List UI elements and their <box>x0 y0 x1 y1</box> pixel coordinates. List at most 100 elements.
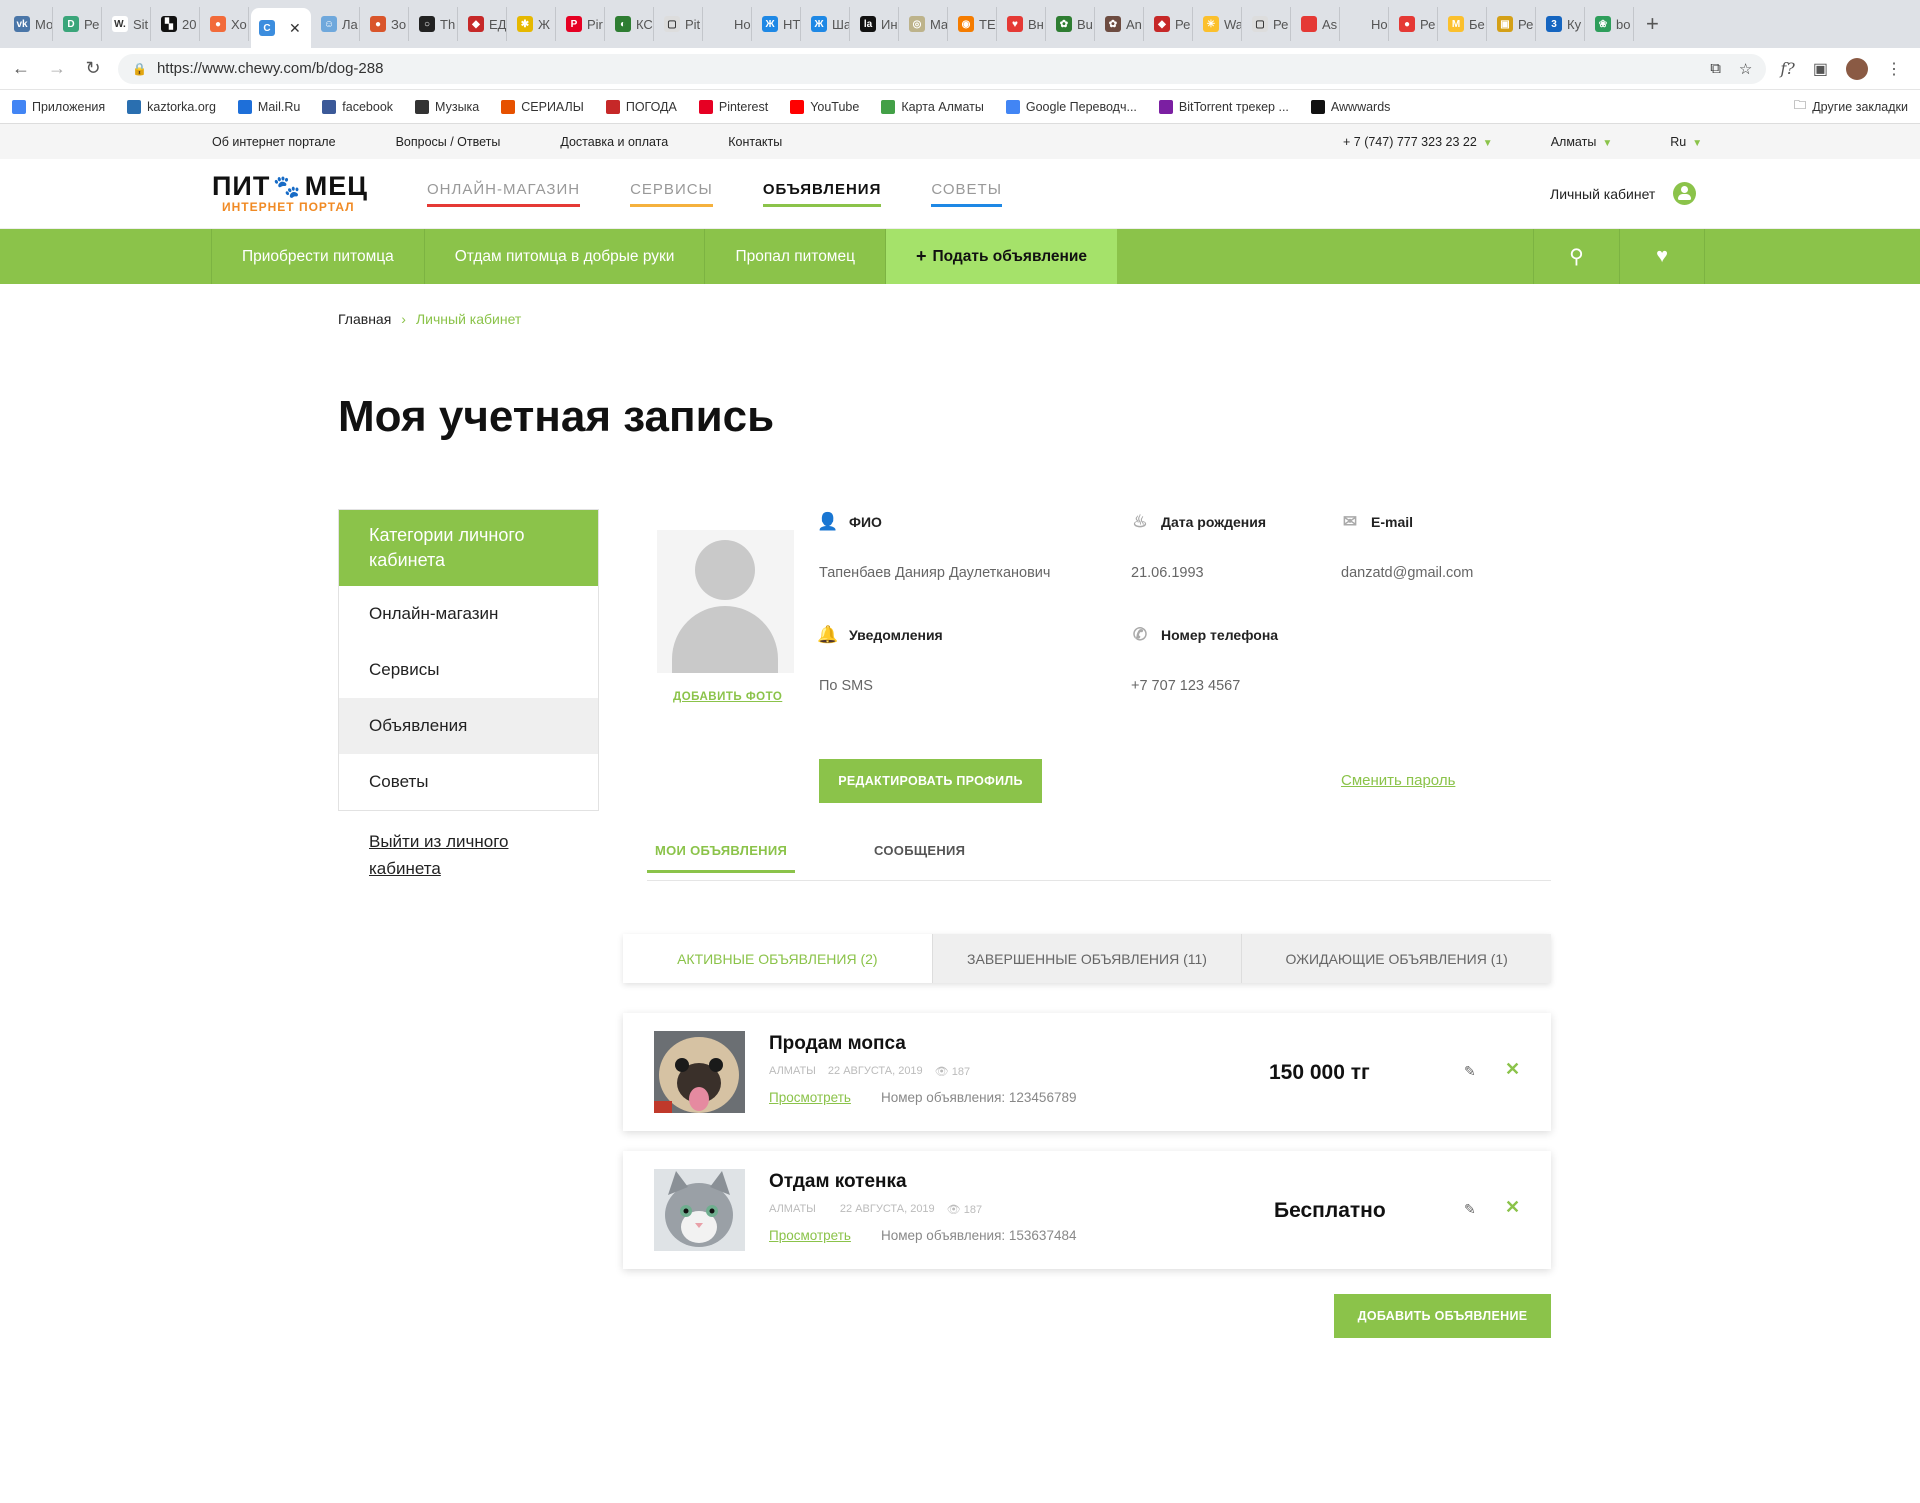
browser-tab[interactable]: vk Мо <box>6 7 53 41</box>
browser-tab[interactable]: P Pir <box>558 7 605 41</box>
main-nav-item[interactable]: ОНЛАЙН-МАГАЗИН <box>427 181 581 207</box>
extension-icon[interactable]: f? <box>1780 59 1795 78</box>
add-ad-button[interactable]: ДОБАВИТЬ ОБЪЯВЛЕНИЕ <box>1334 1294 1551 1338</box>
browser-tab[interactable]: As <box>1293 7 1340 41</box>
forward-icon[interactable]: → <box>46 58 68 79</box>
browser-tab[interactable]: ● Ре <box>1391 7 1438 41</box>
site-logo[interactable]: ПИТ 🐾 МЕЦ ИНТЕРНЕТ ПОРТАЛ <box>212 171 368 214</box>
lang-dropdown[interactable]: Ru ▼ <box>1670 135 1702 149</box>
browser-tab[interactable]: ● Зо <box>362 7 409 41</box>
back-icon[interactable]: ← <box>10 58 32 79</box>
top-link-contacts[interactable]: Контакты <box>728 135 782 149</box>
kitten-photo[interactable] <box>654 1169 745 1251</box>
menu-icon[interactable]: ⋮ <box>1886 59 1902 79</box>
browser-tab[interactable]: Ж НТ <box>754 7 801 41</box>
nav-buy-pet[interactable]: Приобрести питомца <box>211 229 424 284</box>
close-icon[interactable]: ✕ <box>1505 1197 1520 1218</box>
ad-title[interactable]: Отдам котенка <box>769 1171 907 1193</box>
browser-tab[interactable]: ▣ Ре <box>1489 7 1536 41</box>
pencil-icon[interactable]: ✎ <box>1464 1063 1476 1080</box>
browser-tab[interactable]: ✿ Bu <box>1048 7 1095 41</box>
tab-active-ads[interactable]: АКТИВНЫЕ ОБЪЯВЛЕНИЯ (2) <box>623 934 933 983</box>
main-nav-item[interactable]: СЕРВИСЫ <box>630 181 713 207</box>
search-icon[interactable]: ⚲ <box>1533 229 1619 284</box>
bookmark-item[interactable]: Google Переводч... <box>1005 99 1137 114</box>
add-ad-nav-button[interactable]: + Подать объявление <box>884 229 1118 284</box>
browser-tab[interactable]: ◎ Ma <box>901 7 948 41</box>
browser-tab[interactable]: ▢ Pit <box>656 7 703 41</box>
bookmark-item[interactable]: BitTorrent трекер ... <box>1158 99 1289 114</box>
browser-tab[interactable]: ✱ Ж <box>509 7 556 41</box>
translate-icon[interactable]: ⧉ <box>1710 60 1721 78</box>
nav-give-pet[interactable]: Отдам питомца в добрые руки <box>423 229 705 284</box>
bookmark-item[interactable]: facebook <box>322 99 393 114</box>
bookmark-item[interactable]: Mail.Ru <box>237 99 300 114</box>
bookmark-item[interactable]: Карта Алматы <box>881 99 984 114</box>
browser-tab[interactable]: ▢ Ре <box>1244 7 1291 41</box>
bookmark-item[interactable]: Приложения <box>12 99 105 114</box>
browser-tab[interactable]: C ✕ <box>251 8 311 48</box>
tab-finished-ads[interactable]: ЗАВЕРШЕННЫЕ ОБЪЯВЛЕНИЯ (11) <box>932 934 1243 983</box>
add-photo-link[interactable]: ДОБАВИТЬ ФОТО <box>673 691 782 703</box>
sidebar-item-tips[interactable]: Советы <box>339 754 598 810</box>
browser-tab[interactable]: ❀ bo <box>1587 7 1634 41</box>
tab-my-ads[interactable]: МОИ ОБЪЯВЛЕНИЯ <box>647 843 796 873</box>
view-ad-link[interactable]: Просмотреть <box>769 1228 851 1243</box>
heart-icon[interactable]: ♥ <box>1619 229 1705 284</box>
browser-tab[interactable]: ▚ 20 <box>153 7 200 41</box>
browser-tab[interactable]: Ж Ша <box>803 7 850 41</box>
browser-tab[interactable]: Новая <box>705 7 752 41</box>
pencil-icon[interactable]: ✎ <box>1464 1201 1476 1218</box>
bookmark-item[interactable]: Музыка <box>415 99 479 114</box>
bookmark-item[interactable]: ПОГОДА <box>605 99 677 114</box>
browser-tab[interactable]: 3 Ку <box>1538 7 1585 41</box>
bookmark-item[interactable]: Awwwards <box>1310 99 1390 114</box>
browser-tab[interactable]: la Ин <box>852 7 899 41</box>
profile-avatar[interactable] <box>1846 57 1868 80</box>
browser-tab[interactable]: Новая <box>1342 7 1389 41</box>
main-nav-item[interactable]: СОВЕТЫ <box>931 181 1002 207</box>
city-dropdown[interactable]: Алматы ▼ <box>1551 135 1613 149</box>
browser-tab[interactable]: ◐ КС <box>607 7 654 41</box>
ad-title[interactable]: Продам мопса <box>769 1033 906 1055</box>
browser-tab[interactable]: D Ре <box>55 7 102 41</box>
bookmark-item[interactable]: СЕРИАЛЫ <box>501 99 584 114</box>
sidebar-item-shop[interactable]: Онлайн-магазин <box>339 586 598 642</box>
logout-link[interactable]: Выйти из личного кабинета <box>369 828 569 882</box>
browser-tab[interactable]: ◉ ТЕ <box>950 7 997 41</box>
top-link-delivery[interactable]: Доставка и оплата <box>560 135 668 149</box>
browser-tab[interactable]: ✿ An <box>1097 7 1144 41</box>
browser-tab[interactable]: ☺ Ла <box>313 7 360 41</box>
new-tab-icon[interactable]: + <box>1646 11 1659 37</box>
bookmark-item[interactable]: YouTube <box>790 99 859 114</box>
browser-tab[interactable]: ● Хо <box>202 7 249 41</box>
nav-lost-pet[interactable]: Пропал питомец <box>704 229 885 284</box>
edit-profile-button[interactable]: РЕДАКТИРОВАТЬ ПРОФИЛЬ <box>819 759 1042 803</box>
sidebar-item-services[interactable]: Сервисы <box>339 642 598 698</box>
bookmark-item[interactable]: Pinterest <box>698 99 768 114</box>
tab-pending-ads[interactable]: ОЖИДАЮЩИЕ ОБЪЯВЛЕНИЯ (1) <box>1242 934 1552 983</box>
browser-tab[interactable]: ◆ ЕД <box>460 7 507 41</box>
tab-messages[interactable]: СООБЩЕНИЯ <box>874 843 965 870</box>
browser-tab[interactable]: M Бе <box>1440 7 1487 41</box>
change-password-link[interactable]: Сменить пароль <box>1341 772 1455 789</box>
browser-tab[interactable]: ♥ Вн <box>999 7 1046 41</box>
sidebar-item-ads[interactable]: Объявления <box>339 698 598 754</box>
close-icon[interactable]: ✕ <box>1505 1059 1520 1080</box>
top-link-about[interactable]: Об интернет портале <box>212 135 336 149</box>
phone-dropdown[interactable]: + 7 (747) 777 323 23 22 ▼ <box>1343 135 1493 149</box>
top-link-faq[interactable]: Вопросы / Ответы <box>396 135 501 149</box>
extension-box-icon[interactable]: ▣ <box>1813 59 1828 79</box>
browser-tab[interactable]: ○ Th <box>411 7 458 41</box>
other-bookmarks[interactable]: 🗀 Другие закладки <box>1794 96 1908 117</box>
main-nav-item[interactable]: ОБЪЯВЛЕНИЯ <box>762 181 882 207</box>
browser-tab[interactable]: W. Sit <box>104 7 151 41</box>
view-ad-link[interactable]: Просмотреть <box>769 1090 851 1105</box>
close-tab-icon[interactable]: ✕ <box>289 20 301 37</box>
browser-tab[interactable]: ✳ Wa <box>1195 7 1242 41</box>
reload-icon[interactable]: ↻ <box>82 58 104 79</box>
breadcrumb-home[interactable]: Главная <box>338 311 391 327</box>
account-link[interactable]: Личный кабинет <box>1550 182 1697 205</box>
url-input[interactable]: 🔒 https://www.chewy.com/b/dog-288 ⧉ ☆ <box>118 53 1767 84</box>
bookmark-item[interactable]: kaztorka.org <box>127 99 216 114</box>
